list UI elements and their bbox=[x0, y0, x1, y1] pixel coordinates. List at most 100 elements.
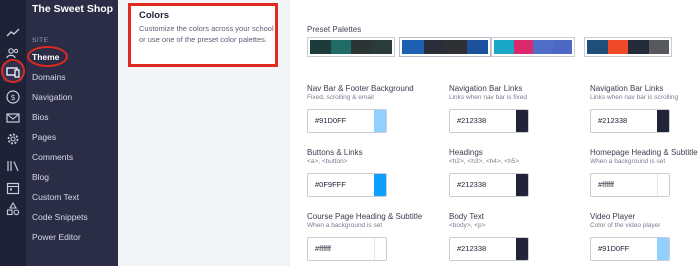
palette-swatch bbox=[310, 40, 331, 54]
color-value[interactable]: #212338 bbox=[450, 110, 516, 132]
field-label: Nav Bar & Footer Background bbox=[307, 84, 414, 93]
sidebar-item-navigation[interactable]: Navigation bbox=[32, 92, 72, 102]
palette-swatch bbox=[607, 40, 628, 54]
sidebar-item-bios[interactable]: Bios bbox=[32, 112, 49, 122]
color-swatch[interactable] bbox=[374, 174, 386, 196]
palette-swatch bbox=[494, 40, 514, 54]
color-input[interactable]: #91D0FF bbox=[590, 237, 670, 261]
color-swatch[interactable] bbox=[657, 110, 669, 132]
color-value[interactable]: #212338 bbox=[450, 174, 516, 196]
color-field-video-player: Video Player Color of the video player #… bbox=[590, 212, 700, 261]
color-swatch[interactable] bbox=[374, 110, 386, 132]
sidebar-item-power-editor[interactable]: Power Editor bbox=[32, 232, 81, 242]
icon-rail: $ bbox=[0, 0, 26, 266]
color-field-nav-links-scrolling: Navigation Bar Links Links when nav bar … bbox=[590, 84, 700, 133]
palette-swatch bbox=[371, 40, 392, 54]
color-value[interactable]: #212338 bbox=[591, 110, 657, 132]
field-label: Course Page Heading & Subtitle bbox=[307, 212, 423, 221]
color-swatch[interactable] bbox=[374, 238, 386, 260]
palette-swatch bbox=[587, 40, 608, 54]
sidebar-item-comments[interactable]: Comments bbox=[32, 152, 73, 162]
dollar-icon[interactable]: $ bbox=[5, 89, 21, 105]
color-input[interactable]: #ffffff bbox=[307, 237, 387, 261]
field-label: Video Player bbox=[590, 212, 636, 221]
palette-swatch bbox=[330, 40, 351, 54]
palette-option-2[interactable] bbox=[399, 37, 491, 57]
color-input[interactable]: #0F9FFF bbox=[307, 173, 387, 197]
field-label: Buttons & Links bbox=[307, 148, 363, 157]
palette-swatch bbox=[648, 40, 669, 54]
field-sublabel: Fixed, scrolling & email bbox=[307, 94, 374, 101]
gear-icon[interactable] bbox=[5, 131, 21, 147]
color-swatch[interactable] bbox=[657, 174, 669, 196]
palette-swatch bbox=[533, 40, 553, 54]
shapes-icon[interactable] bbox=[5, 201, 21, 217]
color-field-nav-links-fixed: Navigation Bar Links Links when nav bar … bbox=[449, 84, 559, 133]
field-label: Navigation Bar Links bbox=[590, 84, 664, 93]
color-swatch[interactable] bbox=[657, 238, 669, 260]
palette-swatch bbox=[552, 40, 572, 54]
color-swatch[interactable] bbox=[516, 238, 528, 260]
panel-description: Customize the colors across your school … bbox=[139, 24, 274, 44]
color-field-buttons-links: Buttons & Links <a>, <button> #0F9FFF bbox=[307, 148, 417, 197]
color-field-homepage-heading: Homepage Heading & Subtitle When a backg… bbox=[590, 148, 700, 197]
palette-swatch bbox=[351, 40, 372, 54]
field-sublabel: Links when nav bar is scrolling bbox=[590, 94, 679, 101]
palette-swatch bbox=[628, 40, 649, 54]
field-sublabel: Color of the video player bbox=[590, 222, 661, 229]
field-sublabel: Links when nav bar is fixed bbox=[449, 94, 528, 101]
color-field-body-text: Body Text <body>, <p> #212338 bbox=[449, 212, 559, 261]
section-label-site: SITE bbox=[32, 37, 49, 44]
palette-swatch bbox=[513, 40, 533, 54]
color-value[interactable]: #91D0FF bbox=[591, 238, 657, 260]
mail-icon[interactable] bbox=[5, 110, 21, 126]
field-label: Body Text bbox=[449, 212, 484, 221]
color-value[interactable]: #ffffff bbox=[308, 238, 374, 260]
palette-swatch bbox=[445, 40, 467, 54]
sidebar: The Sweet Shop SITE Theme Domains Naviga… bbox=[26, 0, 136, 266]
trend-chart-icon[interactable] bbox=[5, 25, 21, 41]
color-value[interactable]: #91D0FF bbox=[308, 110, 374, 132]
calendar-icon[interactable] bbox=[5, 180, 21, 196]
field-sublabel: <a>, <button> bbox=[307, 158, 348, 165]
palette-swatch bbox=[423, 40, 445, 54]
palette-swatch bbox=[402, 40, 424, 54]
app-title: The Sweet Shop bbox=[32, 3, 114, 15]
sidebar-item-pages[interactable]: Pages bbox=[32, 132, 56, 142]
highlight-ring-theme bbox=[27, 46, 68, 67]
field-label: Homepage Heading & Subtitle bbox=[590, 148, 698, 157]
palette-option-1[interactable] bbox=[307, 37, 395, 57]
colors-info-box: Colors Customize the colors across your … bbox=[128, 3, 278, 67]
color-value[interactable]: #ffffff bbox=[591, 174, 657, 196]
palette-option-4[interactable] bbox=[584, 37, 672, 57]
color-swatch[interactable] bbox=[516, 110, 528, 132]
field-sublabel: When a background is set bbox=[307, 222, 383, 229]
color-field-headings: Headings <h2>, <h3>, <h4>, <h5> #212338 bbox=[449, 148, 559, 197]
main-content: Preset Palettes Nav Bar & Footer Backgro… bbox=[290, 0, 700, 266]
palette-option-3[interactable] bbox=[491, 37, 575, 57]
highlight-ring-rail bbox=[1, 59, 25, 83]
sidebar-item-code-snippets[interactable]: Code Snippets bbox=[32, 212, 88, 222]
color-field-course-heading: Course Page Heading & Subtitle When a ba… bbox=[307, 212, 423, 261]
color-input[interactable]: #ffffff bbox=[590, 173, 670, 197]
panel-title: Colors bbox=[139, 10, 170, 21]
color-input[interactable]: #91D0FF bbox=[307, 109, 387, 133]
sidebar-item-domains[interactable]: Domains bbox=[32, 72, 66, 82]
color-input[interactable]: #212338 bbox=[449, 237, 529, 261]
color-input[interactable]: #212338 bbox=[449, 109, 529, 133]
color-input[interactable]: #212338 bbox=[590, 109, 670, 133]
palette-swatch bbox=[466, 40, 488, 54]
color-value[interactable]: #212338 bbox=[450, 238, 516, 260]
sidebar-item-custom-text[interactable]: Custom Text bbox=[32, 192, 79, 202]
field-sublabel: When a background is set bbox=[590, 158, 666, 165]
preset-palettes-label: Preset Palettes bbox=[307, 25, 362, 34]
color-swatch[interactable] bbox=[516, 174, 528, 196]
field-label: Navigation Bar Links bbox=[449, 84, 523, 93]
field-sublabel: <body>, <p> bbox=[449, 222, 486, 229]
library-icon[interactable] bbox=[5, 158, 21, 174]
sidebar-item-blog[interactable]: Blog bbox=[32, 172, 49, 182]
color-input[interactable]: #212338 bbox=[449, 173, 529, 197]
field-label: Headings bbox=[449, 148, 483, 157]
field-sublabel: <h2>, <h3>, <h4>, <h5> bbox=[449, 158, 520, 165]
color-value[interactable]: #0F9FFF bbox=[308, 174, 374, 196]
